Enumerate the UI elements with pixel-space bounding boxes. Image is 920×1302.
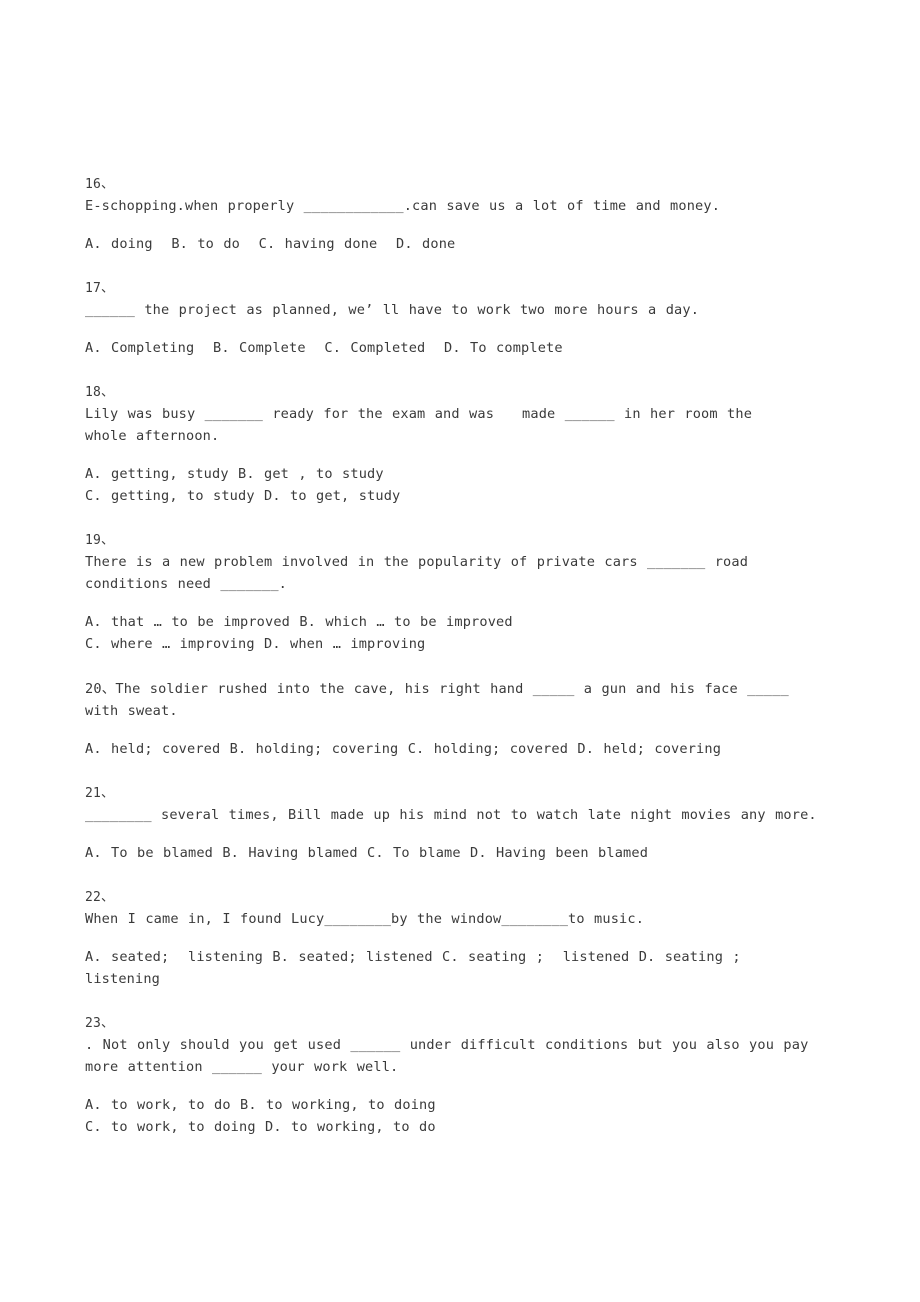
question-number: 21、 [85, 786, 115, 801]
question-options: A. seated; listening B. seated; listened… [85, 949, 741, 987]
question-number: 16、 [85, 177, 115, 192]
question-options: A. doing B. to do C. having done D. done [85, 236, 456, 252]
question-options: A. held; covered B. holding; covering C.… [85, 741, 722, 757]
question-number: 17、 [85, 281, 115, 296]
question-stem: 20、The soldier rushed into the cave, his… [85, 681, 789, 719]
question-options: A. to work, to do B. to working, to doin… [85, 1097, 436, 1135]
question-options: A. Completing B. Complete C. Completed D… [85, 340, 563, 356]
question-stem: E-schopping.when properly ____________.c… [85, 198, 721, 214]
question-stem: ______ the project as planned, we’ ll ha… [85, 302, 700, 318]
question-stem: When I came in, I found Lucy________by t… [85, 911, 645, 927]
question-number: 23、 [85, 1016, 115, 1031]
question-options: A. getting, study B. get , to study C. g… [85, 466, 401, 504]
question-number: 18、 [85, 385, 115, 400]
question-number: 19、 [85, 533, 115, 548]
document-page: 16、 E-schopping.when properly __________… [0, 0, 920, 1302]
question-block-22: 22、 When I came in, I found Lucy________… [85, 887, 845, 990]
question-block-21: 21、 ________ several times, Bill made up… [85, 783, 845, 864]
questions-container: 16、 E-schopping.when properly __________… [85, 174, 845, 1161]
question-block-18: 18、 Lily was busy _______ ready for the … [85, 382, 845, 507]
question-stem: Lily was busy _______ ready for the exam… [85, 406, 753, 444]
question-block-17: 17、 ______ the project as planned, we’ l… [85, 278, 845, 359]
question-options: A. To be blamed B. Having blamed C. To b… [85, 845, 649, 861]
question-options: A. that … to be improved B. which … to b… [85, 614, 513, 652]
question-stem: ________ several times, Bill made up his… [85, 807, 817, 823]
question-block-23: 23、 . Not only should you get used _____… [85, 1013, 845, 1138]
question-stem: There is a new problem involved in the p… [85, 554, 749, 592]
question-block-19: 19、 There is a new problem involved in t… [85, 530, 845, 655]
question-block-20: 20、The soldier rushed into the cave, his… [85, 678, 845, 760]
question-block-16: 16、 E-schopping.when properly __________… [85, 174, 845, 255]
question-number: 22、 [85, 890, 115, 905]
question-stem: . Not only should you get used ______ un… [85, 1037, 809, 1075]
